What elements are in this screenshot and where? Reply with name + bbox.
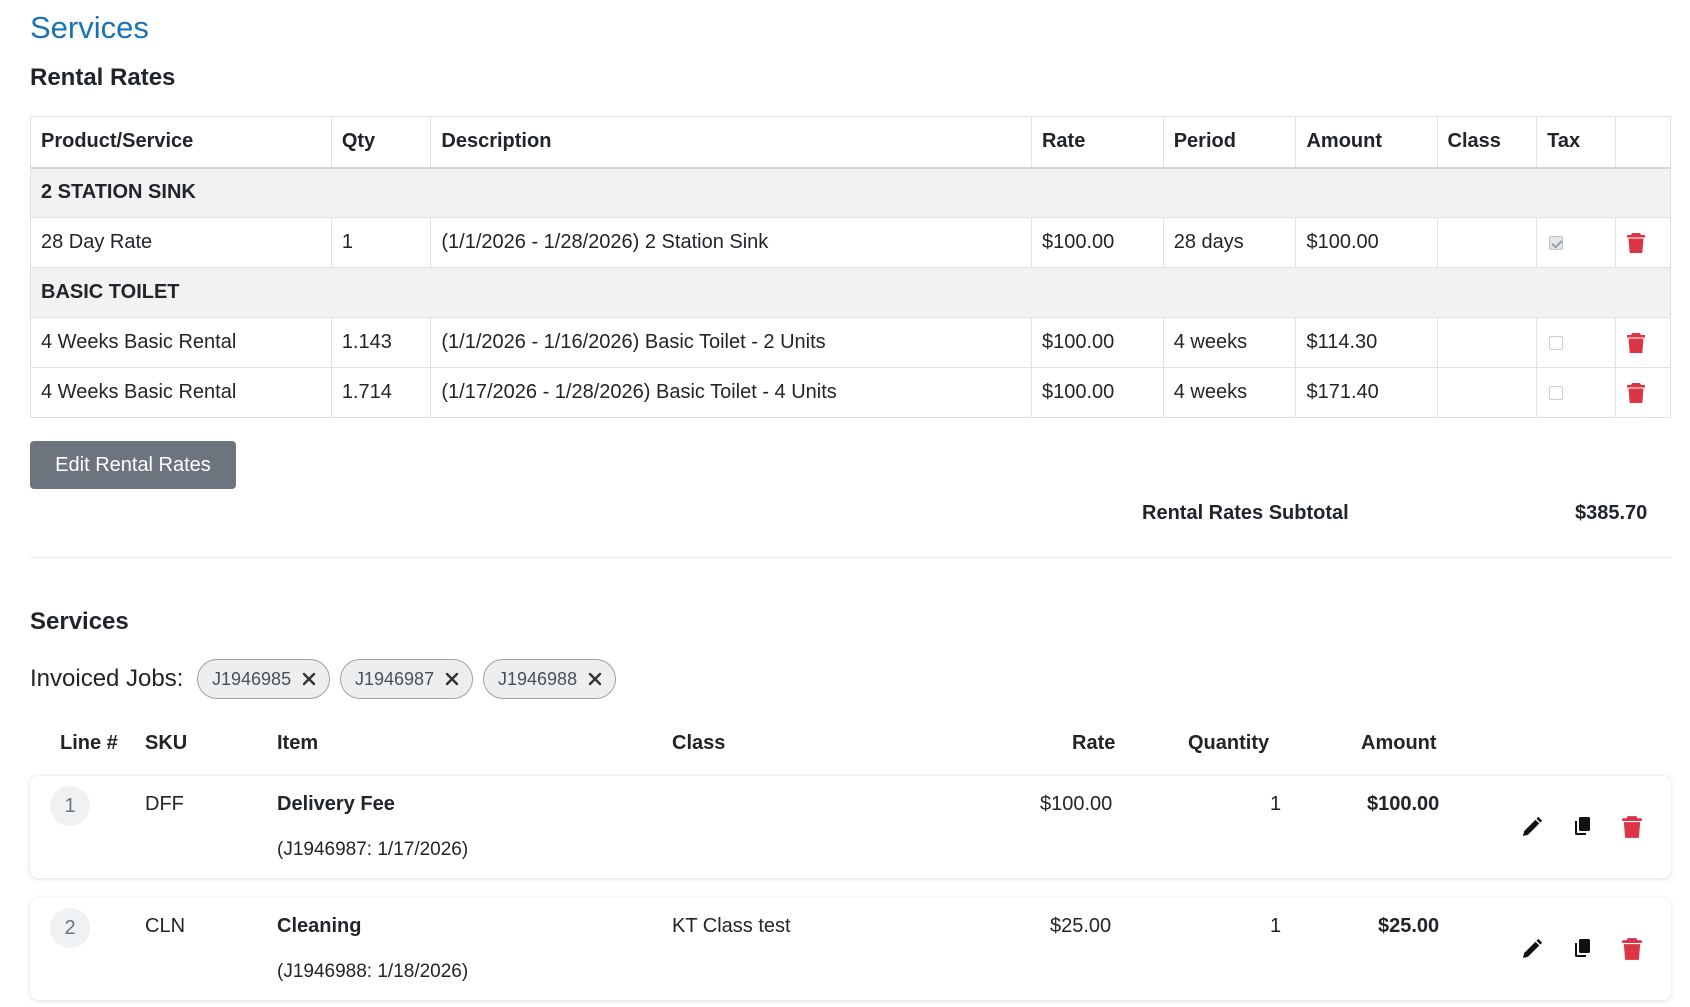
page-title: Services bbox=[30, 10, 149, 45]
group-name: BASIC TOILET bbox=[30, 267, 1671, 318]
trash-icon[interactable] bbox=[1626, 332, 1646, 354]
services-title: Services bbox=[30, 608, 129, 635]
table-row: 4 Weeks Basic Rental 1.714 (1/17/2026 - … bbox=[30, 367, 1672, 418]
period-cell: 4 weeks bbox=[1162, 317, 1297, 368]
job-chip[interactable]: J1946985 bbox=[197, 659, 331, 699]
rate-value: $100.00 bbox=[1040, 793, 1113, 815]
trash-icon[interactable] bbox=[1620, 815, 1644, 839]
section-divider bbox=[30, 557, 1671, 558]
sku-value: DFF bbox=[145, 793, 184, 815]
actions-cell bbox=[1614, 317, 1672, 368]
close-icon[interactable] bbox=[444, 671, 460, 687]
service-line-card: 2 CLN Cleaning (J1946988: 1/18/2026) KT … bbox=[30, 898, 1671, 1000]
edit-rental-rates-button[interactable]: Edit Rental Rates bbox=[30, 441, 236, 489]
quantity-value: 1 bbox=[1270, 915, 1282, 937]
amount-cell: $171.40 bbox=[1295, 367, 1438, 418]
amount-cell: $100.00 bbox=[1295, 217, 1438, 268]
group-row: 2 STATION SINK bbox=[30, 167, 1671, 218]
header-rate: Rate bbox=[1072, 732, 1116, 754]
item-job-note: (J1946988: 1/18/2026) bbox=[277, 961, 469, 982]
col-rate: Rate bbox=[1030, 116, 1164, 169]
tax-cell bbox=[1536, 367, 1616, 418]
job-chip-label: J1946988 bbox=[498, 668, 578, 689]
tax-checkbox[interactable] bbox=[1549, 385, 1564, 400]
product-cell: 28 Day Rate bbox=[30, 217, 332, 268]
service-line-card: 1 DFF Delivery Fee (J1946987: 1/17/2026)… bbox=[30, 776, 1671, 878]
table-row: 28 Day Rate 1 (1/1/2026 - 1/28/2026) 2 S… bbox=[30, 217, 1672, 268]
item-name: Cleaning bbox=[277, 915, 362, 937]
period-cell: 28 days bbox=[1162, 217, 1297, 268]
tax-cell bbox=[1536, 317, 1616, 368]
rental-rates-table: Product/Service Qty Description Rate Per… bbox=[30, 116, 1672, 418]
actions-cell bbox=[1614, 367, 1672, 418]
class-cell bbox=[1436, 367, 1538, 418]
rate-value: $25.00 bbox=[1050, 915, 1112, 937]
tax-checkbox[interactable] bbox=[1549, 335, 1564, 350]
rate-cell: $100.00 bbox=[1030, 317, 1164, 368]
description-cell: (1/17/2026 - 1/28/2026) Basic Toilet - 4… bbox=[430, 367, 1032, 418]
job-chip[interactable]: J1946988 bbox=[483, 659, 617, 699]
class-value: KT Class test bbox=[672, 915, 791, 937]
col-actions bbox=[1614, 116, 1672, 169]
quantity-value: 1 bbox=[1270, 793, 1282, 815]
rental-subtotal-label: Rental Rates Subtotal bbox=[1142, 502, 1349, 524]
col-description: Description bbox=[430, 116, 1032, 169]
class-cell bbox=[1436, 217, 1538, 268]
qty-cell: 1.143 bbox=[330, 317, 432, 368]
item-name: Delivery Fee bbox=[277, 793, 395, 815]
trash-icon[interactable] bbox=[1626, 232, 1646, 254]
table-row: 4 Weeks Basic Rental 1.143 (1/1/2026 - 1… bbox=[30, 317, 1672, 368]
item-job-note: (J1946987: 1/17/2026) bbox=[277, 839, 469, 860]
product-cell: 4 Weeks Basic Rental bbox=[30, 317, 332, 368]
actions-cell bbox=[1614, 217, 1672, 268]
header-class: Class bbox=[672, 732, 726, 754]
group-name: 2 STATION SINK bbox=[30, 167, 1671, 218]
col-qty: Qty bbox=[330, 116, 432, 169]
header-quantity: Quantity bbox=[1188, 732, 1270, 754]
description-cell: (1/1/2026 - 1/16/2026) Basic Toilet - 2 … bbox=[430, 317, 1032, 368]
amount-value: $100.00 bbox=[1367, 793, 1440, 815]
col-product: Product/Service bbox=[30, 116, 332, 169]
period-cell: 4 weeks bbox=[1162, 367, 1297, 418]
class-cell bbox=[1436, 317, 1538, 368]
col-amount: Amount bbox=[1295, 116, 1438, 169]
rate-cell: $100.00 bbox=[1030, 217, 1164, 268]
pencil-icon[interactable] bbox=[1520, 937, 1544, 961]
header-amount: Amount bbox=[1361, 732, 1437, 754]
copy-icon[interactable] bbox=[1570, 815, 1594, 839]
trash-icon[interactable] bbox=[1620, 937, 1644, 961]
group-row: BASIC TOILET bbox=[30, 267, 1671, 318]
job-chip-label: J1946985 bbox=[212, 668, 292, 689]
rental-rates-title: Rental Rates bbox=[30, 64, 176, 91]
tax-cell bbox=[1536, 217, 1616, 268]
invoiced-jobs-label: Invoiced Jobs: bbox=[30, 665, 184, 692]
rental-subtotal-value: $385.70 bbox=[1575, 502, 1648, 524]
line-number-badge: 1 bbox=[50, 786, 90, 826]
tax-checkbox[interactable] bbox=[1549, 235, 1564, 250]
copy-icon[interactable] bbox=[1570, 937, 1594, 961]
amount-value: $25.00 bbox=[1378, 915, 1440, 937]
col-period: Period bbox=[1162, 116, 1297, 169]
sku-value: CLN bbox=[145, 915, 186, 937]
qty-cell: 1 bbox=[330, 217, 432, 268]
header-line-number: Line # bbox=[60, 732, 118, 754]
rental-header-row: Product/Service Qty Description Rate Per… bbox=[30, 116, 1672, 169]
close-icon[interactable] bbox=[301, 671, 317, 687]
col-tax: Tax bbox=[1536, 116, 1616, 169]
rate-cell: $100.00 bbox=[1030, 367, 1164, 418]
qty-cell: 1.714 bbox=[330, 367, 432, 418]
trash-icon[interactable] bbox=[1626, 382, 1646, 404]
product-cell: 4 Weeks Basic Rental bbox=[30, 367, 332, 418]
header-sku: SKU bbox=[145, 732, 188, 754]
line-number-badge: 2 bbox=[50, 908, 90, 948]
description-cell: (1/1/2026 - 1/28/2026) 2 Station Sink bbox=[430, 217, 1032, 268]
pencil-icon[interactable] bbox=[1520, 815, 1544, 839]
job-chip-label: J1946987 bbox=[355, 668, 435, 689]
col-class: Class bbox=[1436, 116, 1538, 169]
job-chip[interactable]: J1946987 bbox=[340, 659, 474, 699]
header-item: Item bbox=[277, 732, 319, 754]
close-icon[interactable] bbox=[587, 671, 603, 687]
amount-cell: $114.30 bbox=[1295, 317, 1438, 368]
